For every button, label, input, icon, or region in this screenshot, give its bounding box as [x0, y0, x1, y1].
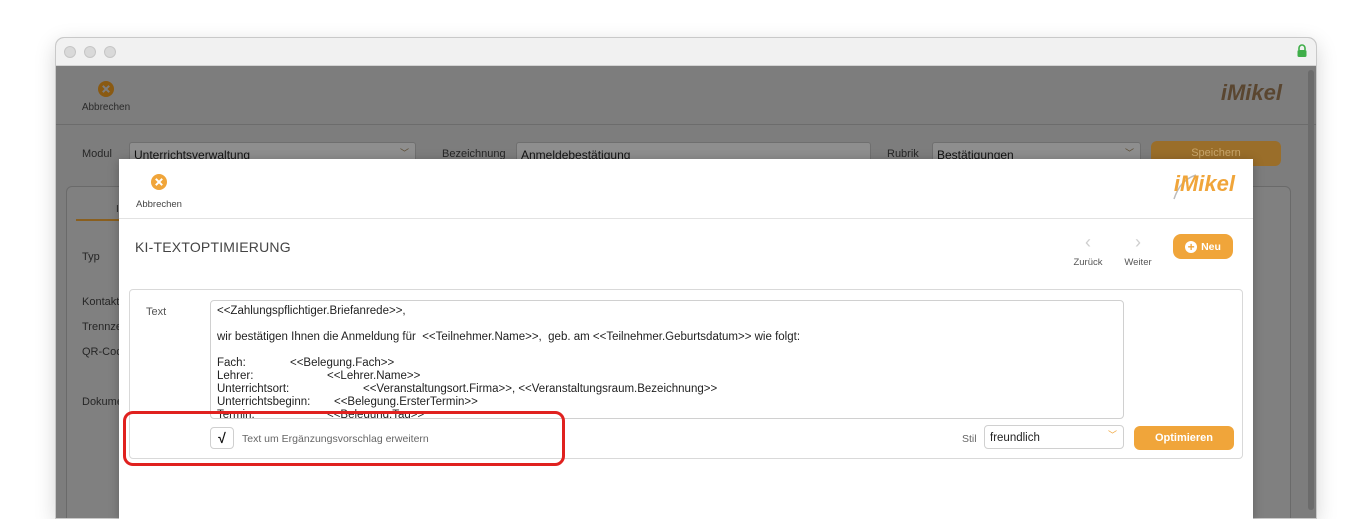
bg-divider: [56, 124, 1316, 125]
stil-value: freundlich: [990, 432, 1040, 444]
field-placeholder: <<Lehrer.Name>>: [327, 370, 421, 382]
lock-icon: [1297, 44, 1307, 57]
plus-icon: +: [1185, 240, 1198, 253]
bg-side-label: Typ: [82, 251, 100, 263]
bg-side-label: Kontakt: [82, 296, 120, 308]
cancel-icon: [151, 174, 167, 190]
field-placeholder: <<Belegung.ErsterTermin>>: [334, 396, 478, 408]
text-label: Text: [146, 306, 167, 318]
zoom-window-button[interactable]: [104, 46, 116, 58]
bg-cancel-label: Abbrechen: [81, 102, 131, 113]
optimize-button[interactable]: Optimieren: [1134, 426, 1234, 450]
bg-scrollbar: [1308, 70, 1314, 510]
field-name: Lehrer:: [217, 370, 254, 382]
text-line: Lehrer: <<Lehrer.Name>>: [217, 370, 1117, 383]
text-line-content: <<Zahlungspflichtiger.Briefanrede>>,: [217, 305, 406, 317]
text-line-content: wir bestätigen Ihnen die Anmeldung für <…: [217, 331, 801, 343]
chevron-down-icon: ﹀: [399, 148, 409, 158]
stil-select[interactable]: freundlich ﹀: [984, 425, 1124, 449]
bg-logo: iMikel: [1221, 80, 1282, 106]
text-line: <<Zahlungspflichtiger.Briefanrede>>,: [217, 305, 1117, 318]
text-line: Fach: <<Belegung.Fach>>: [217, 357, 1117, 370]
text-line: Unterrichtsort: <<Veranstaltungsort.Firma…: [217, 383, 1117, 396]
chevron-down-icon: ﹀: [1107, 430, 1117, 440]
bg-tab-underline: [76, 219, 124, 221]
bg-side-label: Trennze: [82, 321, 122, 333]
minimize-window-button[interactable]: [84, 46, 96, 58]
new-button[interactable]: + Neu: [1173, 234, 1233, 259]
close-window-button[interactable]: [64, 46, 76, 58]
cancel-label: Abbrechen: [136, 199, 182, 210]
highlight-annotation: [123, 411, 565, 466]
text-line: [217, 344, 1117, 357]
back-label: Zurück: [1073, 257, 1103, 268]
forward-label: Weiter: [1124, 257, 1152, 268]
bg-side-label: Dokume: [82, 396, 123, 408]
text-input[interactable]: <<Zahlungspflichtiger.Briefanrede>>, wir…: [210, 300, 1124, 419]
text-line: wir bestätigen Ihnen die Anmeldung für <…: [217, 331, 1117, 344]
chevron-left-icon: ‹: [1085, 232, 1091, 252]
field-name: Unterrichtsort:: [217, 383, 290, 395]
logo: iMikel: [1173, 171, 1235, 200]
new-label: Neu: [1201, 240, 1221, 253]
text-line: [217, 318, 1117, 331]
logo-text: iMikel: [1173, 171, 1235, 196]
bg-side-label: QR-Coc: [82, 346, 122, 358]
field-placeholder: <<Belegung.Fach>>: [290, 357, 395, 369]
cancel-button[interactable]: Abbrechen: [131, 173, 187, 212]
bg-cancel-button: Abbrechen: [76, 80, 136, 113]
chevron-down-icon: ﹀: [1124, 148, 1134, 158]
header-divider: [119, 218, 1253, 219]
field-name: Fach:: [217, 357, 246, 369]
back-button[interactable]: ‹ Zurück: [1068, 233, 1108, 268]
field-name: Unterrichtsbeginn:: [217, 396, 311, 408]
text-line: Unterrichtsbeginn: <<Belegung.ErsterTermi…: [217, 396, 1117, 409]
page-title: KI-TEXTOPTIMIERUNG: [135, 239, 291, 255]
cancel-icon: [98, 81, 114, 97]
bg-modul-label: Modul: [82, 148, 112, 160]
title-bar: [56, 38, 1316, 66]
bg-logo-text: iMikel: [1220, 80, 1282, 105]
chevron-right-icon: ›: [1135, 232, 1141, 252]
field-placeholder: <<Veranstaltungsort.Firma>>, <<Veranstal…: [363, 383, 718, 395]
forward-button[interactable]: › Weiter: [1118, 233, 1158, 268]
stil-label: Stil: [962, 433, 977, 445]
